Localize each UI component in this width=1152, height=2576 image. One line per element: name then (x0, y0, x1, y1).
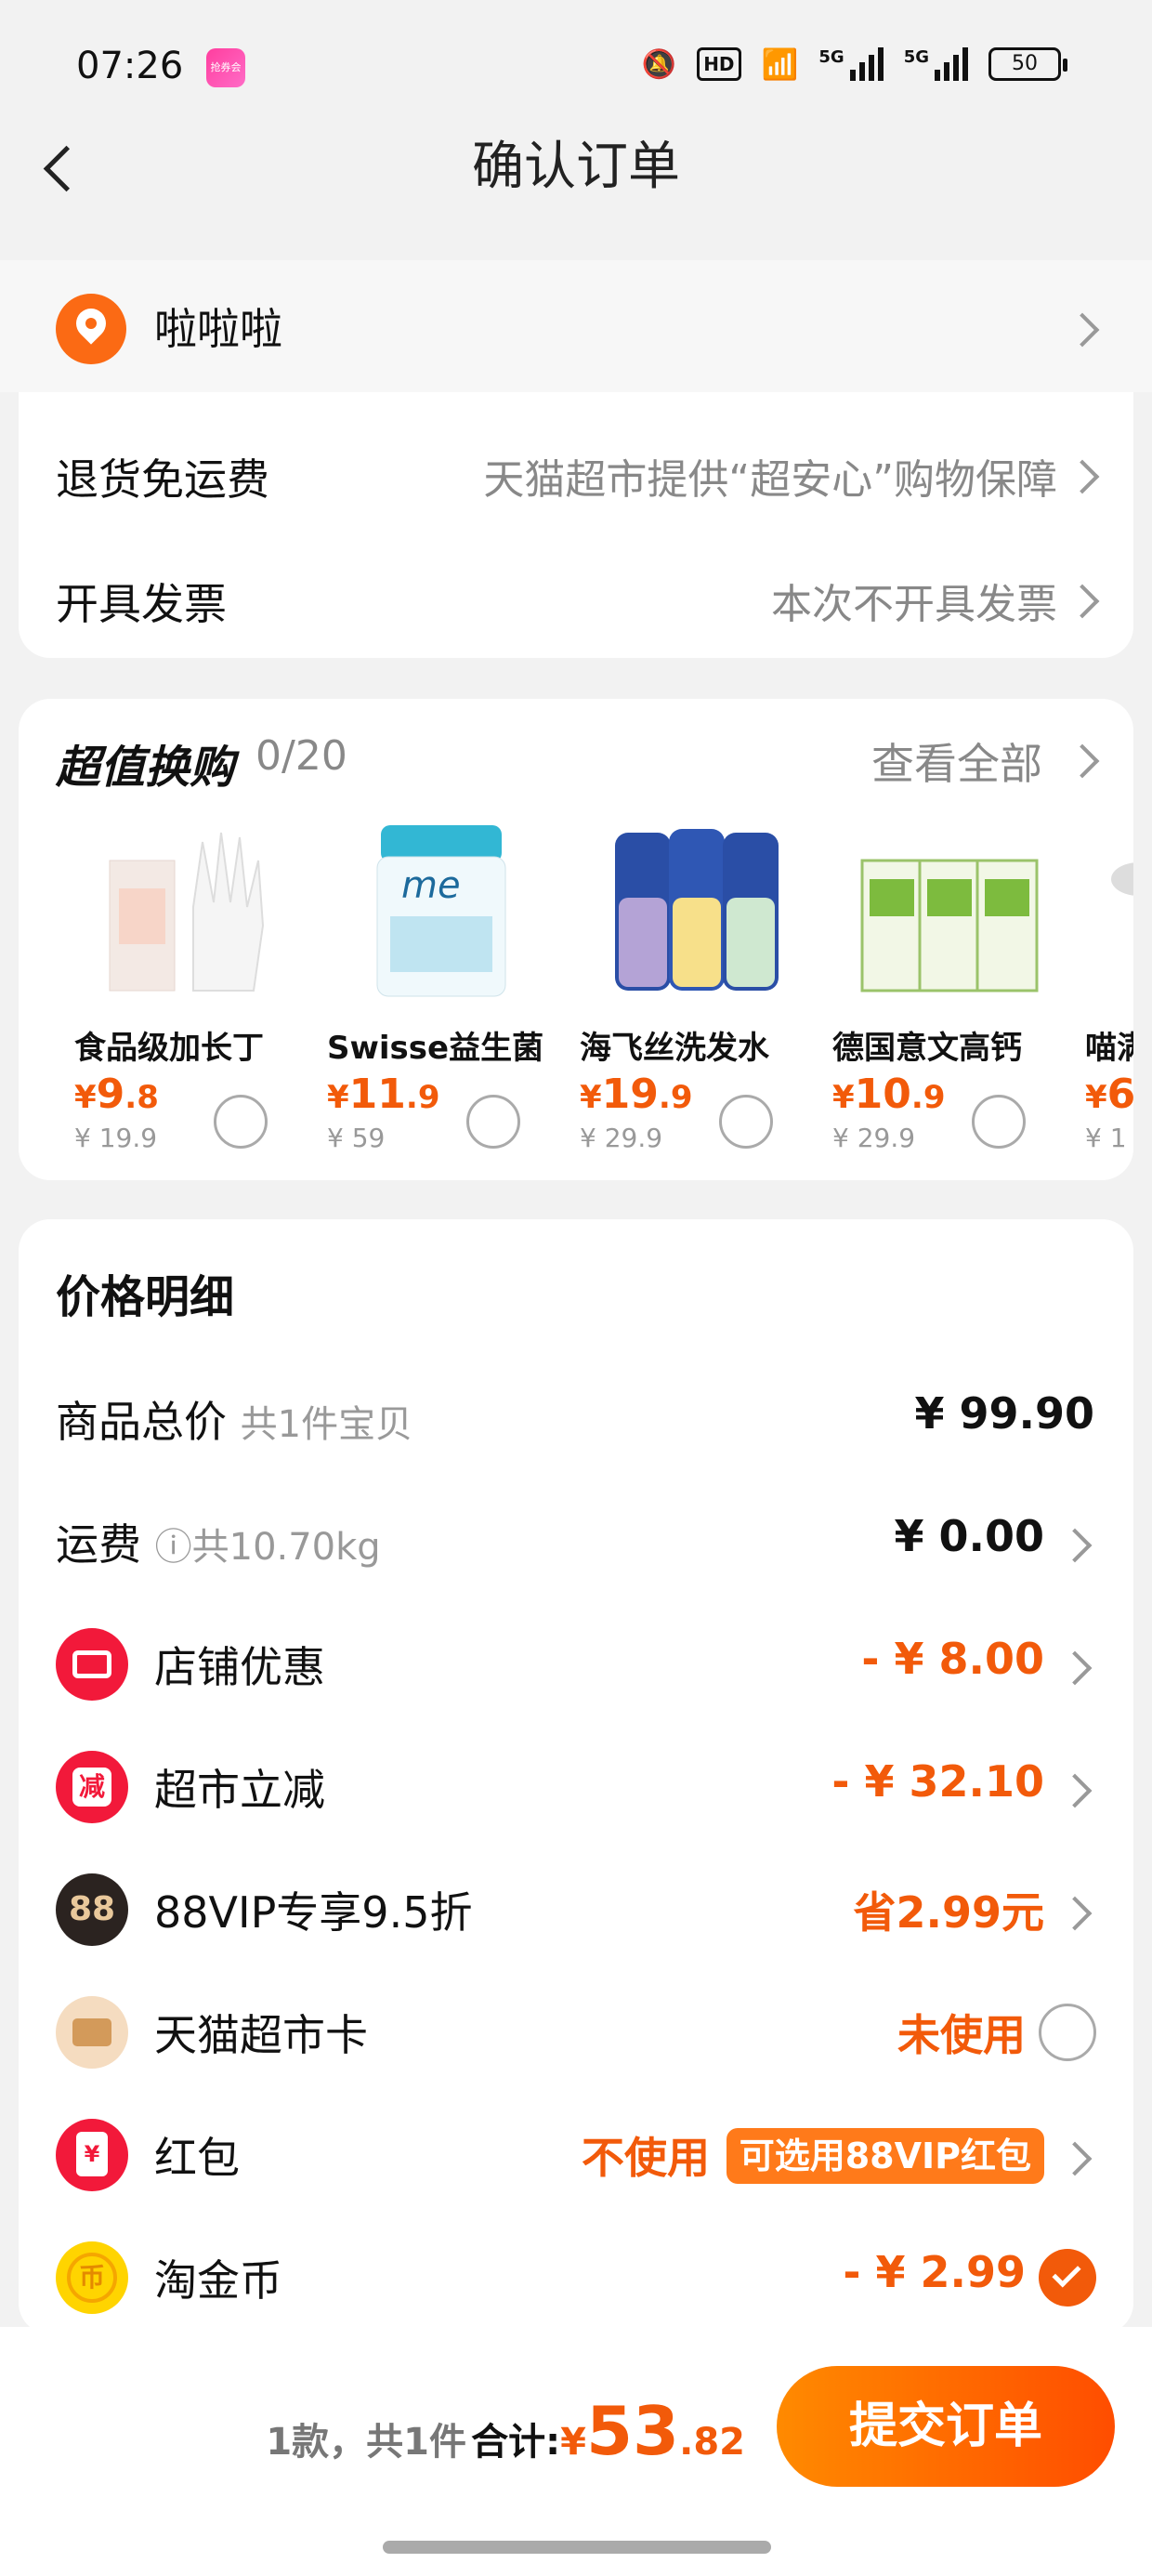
product-original-price: ¥ 1 (1085, 1123, 1127, 1153)
red-packet-value: 不使用 (582, 2133, 710, 2183)
market-card-radio[interactable] (1039, 2004, 1096, 2061)
red-packet-label: 红包 (154, 2133, 240, 2183)
vip-88-icon: 88 (56, 1873, 128, 1946)
location-pin-icon (56, 294, 126, 364)
invoice-value[interactable]: 本次不开具发票 (771, 571, 1057, 630)
return-shipping-value[interactable]: 天猫超市提供“超安心”购物保障 (483, 446, 1057, 506)
wifi-icon: 📶 (761, 46, 799, 82)
product-original-price: ¥ 29.9 (832, 1123, 916, 1153)
swap-product[interactable]: 喵满 ¥6. ¥ 1 (1085, 818, 1133, 1153)
vip-row[interactable]: 88 88VIP专享9.5折 省2.99元 (19, 1870, 1133, 1953)
swap-product[interactable]: 德国意文高钙 ¥10.9 ¥ 29.9 (832, 818, 1065, 1153)
chevron-right-icon (1057, 1650, 1093, 1686)
shop-discount-label: 店铺优惠 (154, 1642, 325, 1692)
price-detail-title: 价格明细 (56, 1271, 235, 1323)
return-shipping-label: 退货免运费 (56, 454, 269, 505)
spoon-image (1111, 862, 1133, 896)
signal-icon-1: 5G (818, 47, 884, 81)
product-original-price: ¥ 59 (327, 1123, 386, 1153)
hd-icon: HD (697, 47, 741, 81)
chevron-right-icon (1057, 1896, 1093, 1931)
product-name: 喵满 (1085, 1030, 1133, 1067)
status-bar: 07:26 抢券会 🔕 HD 📶 5G 5G 50 (0, 0, 1152, 130)
swap-product-strip: 食品级加长丁 ¥9.8 ¥ 19.9 me Swisse益生菌 ¥11.9 ¥ … (19, 699, 1133, 1180)
gloves-image (109, 832, 265, 992)
vip-label: 88VIP专享9.5折 (154, 1887, 473, 1938)
red-packet-row[interactable]: ¥ 红包 不使用 可选用88VIP红包 (19, 2115, 1133, 2199)
help-circle-icon[interactable]: ⓘ (155, 1526, 192, 1569)
card-icon (56, 1996, 128, 2069)
product-name: 海飞丝洗发水 (580, 1030, 769, 1067)
coin-row[interactable]: 币 淘金币 - ¥ 2.99 (19, 2238, 1133, 2321)
goods-total-value: ¥ 99.90 (914, 1388, 1094, 1439)
market-card-value: 未使用 (897, 2010, 1026, 2060)
chevron-right-icon (1057, 2141, 1093, 2176)
total-label: 合计: (471, 2421, 561, 2464)
signal-icon-2: 5G (904, 47, 968, 81)
page-title: 确认订单 (472, 137, 680, 197)
total-currency: ¥ (560, 2421, 586, 2464)
swap-product[interactable]: 海飞丝洗发水 ¥19.9 ¥ 29.9 (580, 818, 812, 1153)
shipping-label: 运费 ⓘ共10.70kg (56, 1519, 381, 1570)
shampoo-image (615, 829, 779, 991)
product-name: 食品级加长丁 (74, 1030, 264, 1067)
discount-tag-icon: 减 (56, 1751, 128, 1823)
total-dec: .82 (679, 2421, 745, 2464)
market-cut-row[interactable]: 减 超市立减 - ¥ 32.10 (19, 1747, 1133, 1831)
market-cut-value: - ¥ 32.10 (831, 1756, 1044, 1807)
app-notification-icon: 抢券会 (206, 48, 245, 87)
invoice-label: 开具发票 (56, 579, 227, 629)
total-int: 53 (585, 2392, 680, 2470)
item-count: 1款，共1件 (266, 2421, 466, 2464)
probiotic-jar-image: me (376, 825, 506, 997)
battery-icon: 50 (988, 47, 1067, 81)
coin-value: - ¥ 2.99 (843, 2247, 1026, 2297)
chevron-right-icon (1057, 1528, 1093, 1563)
product-select-radio[interactable] (972, 1095, 1026, 1149)
goods-total-row: 商品总价 共1件宝贝 ¥ 99.90 (19, 1379, 1133, 1463)
coin-label: 淘金币 (154, 2255, 282, 2306)
coin-icon: 币 (56, 2241, 128, 2314)
market-card-row[interactable]: 天猫超市卡 未使用 (19, 1992, 1133, 2076)
swap-product[interactable]: 食品级加长丁 ¥9.8 ¥ 19.9 (74, 818, 307, 1153)
shipping-row[interactable]: 运费 ⓘ共10.70kg ¥ 0.00 (19, 1502, 1133, 1585)
product-original-price: ¥ 19.9 (74, 1123, 158, 1153)
product-name: Swisse益生菌 (327, 1030, 544, 1067)
submit-order-button[interactable]: 提交订单 (777, 2366, 1115, 2487)
product-original-price: ¥ 29.9 (580, 1123, 663, 1153)
shop-discount-value: - ¥ 8.00 (861, 1634, 1044, 1684)
order-summary: 1款，共1件 合计:¥53.82 (266, 2392, 745, 2470)
product-price: ¥19.9 (580, 1071, 693, 1118)
status-icons: 🔕 HD 📶 5G 5G 50 (641, 46, 1067, 82)
market-card-label: 天猫超市卡 (154, 2010, 368, 2060)
goods-total-label: 商品总价 共1件宝贝 (56, 1397, 413, 1447)
home-indicator[interactable] (383, 2541, 771, 2554)
product-select-radio[interactable] (214, 1095, 268, 1149)
product-name: 德国意文高钙 (832, 1030, 1022, 1067)
swap-product[interactable]: me Swisse益生菌 ¥11.9 ¥ 59 (327, 818, 559, 1153)
product-price: ¥6. (1085, 1071, 1133, 1118)
vip-value: 省2.99元 (853, 1887, 1045, 1938)
coin-checkbox-checked-icon[interactable] (1039, 2249, 1096, 2307)
svg-text:me: me (401, 864, 461, 907)
product-price: ¥11.9 (327, 1071, 440, 1118)
product-price: ¥10.9 (832, 1071, 946, 1118)
red-packet-icon: ¥ (56, 2119, 128, 2191)
market-cut-label: 超市立减 (154, 1765, 325, 1815)
status-time: 07:26 (76, 45, 184, 87)
ticket-icon (56, 1628, 128, 1701)
address-name: 啦啦啦 (154, 304, 282, 354)
shipping-value: ¥ 0.00 (894, 1511, 1044, 1561)
milk-box-image (860, 859, 1039, 992)
shop-discount-row[interactable]: 店铺优惠 - ¥ 8.00 (19, 1624, 1133, 1708)
product-select-radio[interactable] (719, 1095, 773, 1149)
product-select-radio[interactable] (466, 1095, 520, 1149)
vip-red-packet-tag[interactable]: 可选用88VIP红包 (726, 2128, 1044, 2184)
chevron-right-icon (1057, 1773, 1093, 1808)
product-price: ¥9.8 (74, 1071, 159, 1118)
mute-icon: 🔕 (641, 47, 677, 81)
